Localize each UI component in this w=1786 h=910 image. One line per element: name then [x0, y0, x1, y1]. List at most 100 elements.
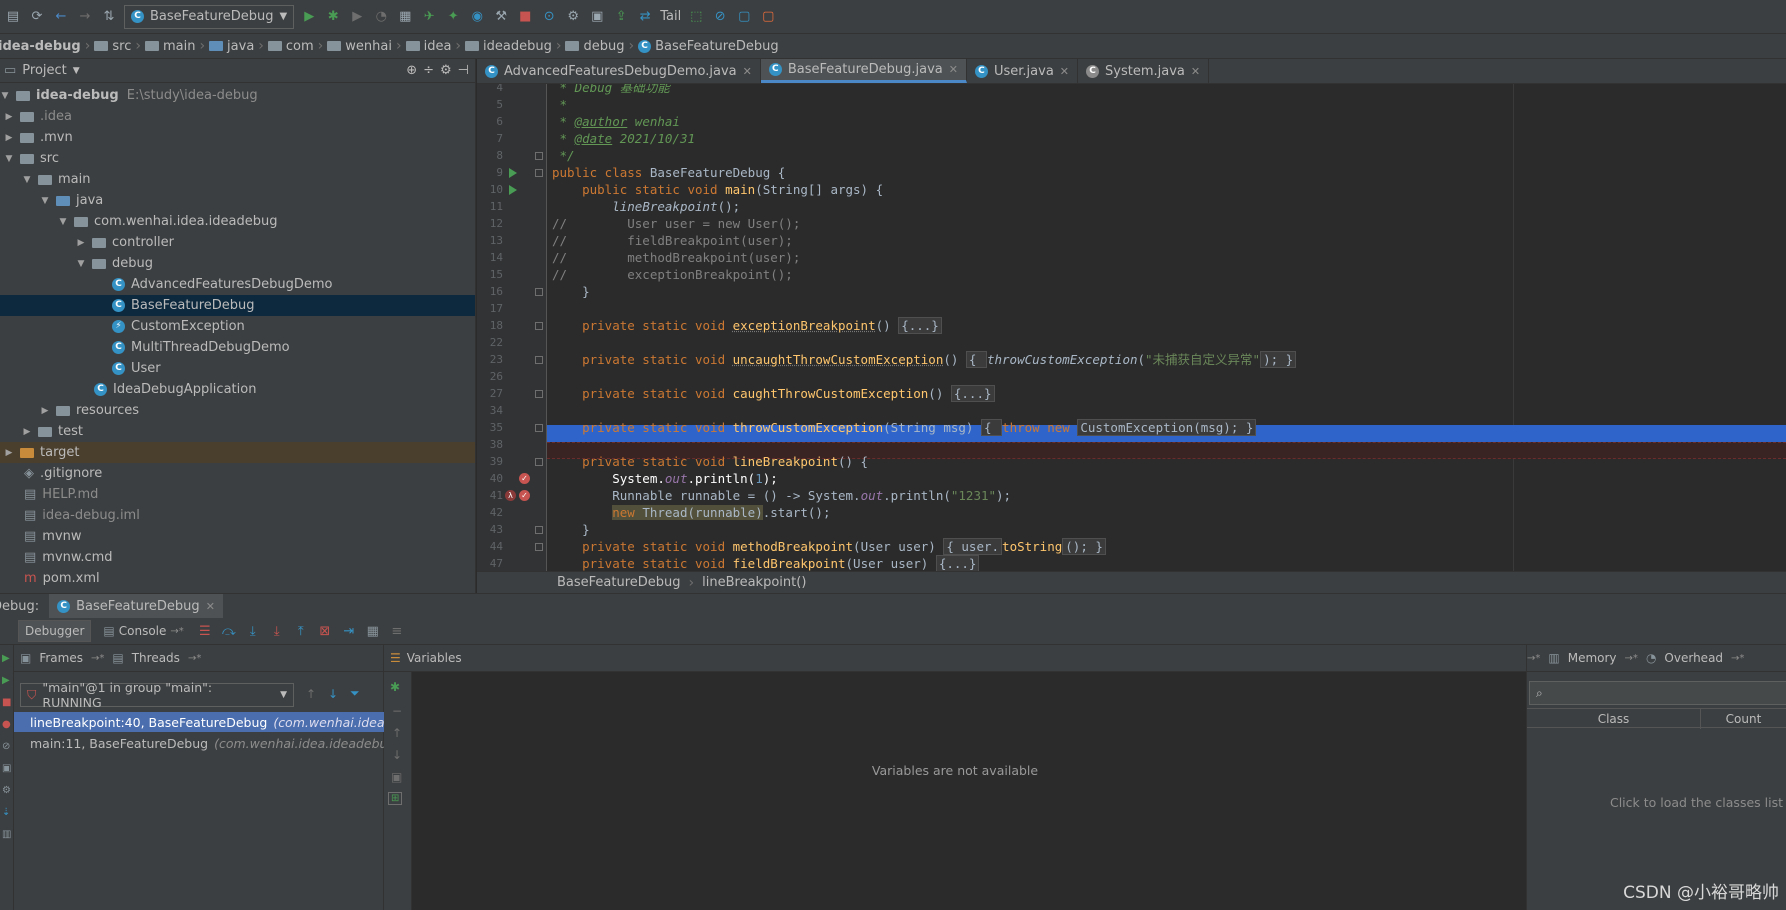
tab-base-feature-debug[interactable]: C BaseFeatureDebug.java ✕ — [760, 59, 967, 83]
evaluate-expression-icon[interactable]: ▦ — [364, 622, 382, 640]
close-icon[interactable]: ✕ — [206, 600, 215, 613]
folded-code[interactable]: {...} — [898, 317, 942, 334]
column-count[interactable]: Count — [1701, 709, 1786, 729]
monitor-icon[interactable]: ⬚ — [687, 8, 705, 26]
force-step-into-icon[interactable]: ⤓ — [268, 622, 286, 640]
tab-debugger[interactable]: Debugger — [18, 620, 92, 642]
save-icon[interactable]: ▤ — [4, 8, 22, 26]
show-execution-point-icon[interactable]: ☰ — [196, 622, 214, 640]
back-icon[interactable]: ← — [52, 8, 70, 26]
evaluate-icon[interactable]: ✱ — [390, 680, 400, 694]
frame-row[interactable]: main:11, BaseFeatureDebug (com.wenhai.id… — [14, 733, 384, 753]
tree-item[interactable]: ▶ .mvn — [0, 127, 475, 148]
tab-system[interactable]: C System.java ✕ — [1078, 59, 1210, 83]
minus-icon[interactable]: − — [392, 704, 402, 718]
camera-icon[interactable]: ▣ — [2, 763, 11, 774]
fold-marker-icon[interactable] — [535, 526, 543, 534]
project-view-select[interactable]: Project — [22, 63, 66, 78]
breadcrumb-com[interactable]: com — [264, 39, 318, 54]
step-into-icon[interactable]: ⤓ — [244, 622, 262, 640]
tab-user[interactable]: C User.java ✕ — [967, 59, 1079, 83]
settings-icon[interactable]: ⚙ — [564, 8, 582, 26]
forward-icon[interactable]: → — [76, 8, 94, 26]
stop-icon[interactable]: ■ — [516, 8, 534, 26]
arrow-up-icon[interactable]: ↑ — [306, 687, 316, 701]
tree-item[interactable]: ▶ test — [0, 421, 475, 442]
editor-gutter[interactable]: 4 5 6 7 8 9 10 11 12 13 14 15 16 17 18 22 23 26 27 34 35 38 39… — [477, 84, 547, 571]
class-search-input[interactable]: ⌕ — [1529, 681, 1786, 705]
jrebel-icon[interactable]: ◉ — [468, 8, 486, 26]
block-icon[interactable]: ⊘ — [711, 8, 729, 26]
step-out-icon[interactable]: ⤒ — [292, 622, 310, 640]
tree-item[interactable]: ▤ mvnw — [0, 526, 475, 547]
tree-item[interactable]: ▼ java — [0, 190, 475, 211]
resume-icon[interactable]: ▶ — [2, 675, 10, 686]
translate-icon[interactable]: ⇄ — [636, 8, 654, 26]
vcs-icon[interactable]: ⇪ — [612, 8, 630, 26]
tree-item[interactable]: ▤ mvnw.cmd — [0, 547, 475, 568]
view-breakpoints-icon[interactable]: ● — [2, 719, 11, 730]
close-icon[interactable]: ✕ — [1191, 65, 1200, 78]
tab-variables[interactable]: Variables — [407, 651, 462, 665]
tree-item[interactable]: ▼ com.wenhai.idea.ideadebug — [0, 211, 475, 232]
tree-item[interactable]: C MultiThreadDebugDemo — [0, 337, 475, 358]
drop-frame-icon[interactable]: ⊠ — [316, 622, 334, 640]
rerun-icon[interactable]: ▶ — [2, 653, 10, 664]
fold-marker-icon[interactable] — [535, 390, 543, 398]
debug-session-tab[interactable]: C BaseFeatureDebug ✕ — [49, 593, 223, 619]
attach-icon[interactable]: ✈ — [420, 8, 438, 26]
pin-tab-icon[interactable]: ⇣ — [2, 807, 10, 818]
sdk-icon[interactable]: ⊙ — [540, 8, 558, 26]
filter-icon[interactable]: ⏷ — [350, 686, 360, 701]
tree-item-selected[interactable]: C BaseFeatureDebug — [0, 295, 475, 316]
tree-item[interactable]: C User — [0, 358, 475, 379]
arrow-down-icon[interactable]: ↓ — [392, 748, 402, 762]
stop-icon[interactable]: ■ — [2, 697, 11, 708]
tree-item[interactable]: C IdeaDebugApplication — [0, 379, 475, 400]
breadcrumb-class[interactable]: BaseFeatureDebug — [557, 575, 681, 590]
step-over-icon[interactable]: ⤼ — [220, 622, 238, 640]
breadcrumb-idea[interactable]: idea — [402, 39, 456, 54]
breadcrumb-main[interactable]: main — [141, 39, 199, 54]
tree-item[interactable]: ◈ .gitignore — [0, 463, 475, 484]
settings-icon[interactable]: ⚙ — [2, 785, 11, 796]
trace-icon[interactable]: ≡ — [388, 622, 406, 640]
tree-item[interactable]: ▼ debug — [0, 253, 475, 274]
tree-item[interactable]: ▶ controller — [0, 232, 475, 253]
fold-marker-icon[interactable] — [535, 288, 543, 296]
tab-threads[interactable]: Threads — [132, 651, 180, 665]
thread-select[interactable]: ⛉ "main"@1 in group "main": RUNNING ▼ — [20, 680, 294, 710]
tree-item[interactable]: ⚡ CustomException — [0, 316, 475, 337]
tab-memory[interactable]: Memory — [1568, 651, 1617, 665]
tree-item[interactable]: ▶ .idea — [0, 106, 475, 127]
breadcrumb-wenhai[interactable]: wenhai — [323, 39, 396, 54]
fold-marker-icon[interactable] — [535, 152, 543, 160]
folded-code[interactable]: { — [980, 419, 1003, 436]
tree-item[interactable]: m pom.xml — [0, 568, 475, 589]
lambda-breakpoint-icon[interactable]: λ — [505, 490, 516, 501]
breadcrumb-class[interactable]: C BaseFeatureDebug — [634, 39, 783, 54]
tab-frames[interactable]: Frames — [39, 651, 83, 665]
breadcrumb-method[interactable]: lineBreakpoint() — [702, 575, 806, 590]
tree-item[interactable]: ▤ HELP.md — [0, 484, 475, 505]
run-to-cursor-icon[interactable]: ⇥ — [340, 622, 358, 640]
fold-marker-icon[interactable] — [535, 458, 543, 466]
profile-icon[interactable]: ◔ — [372, 8, 390, 26]
close-icon[interactable]: ✕ — [949, 63, 958, 76]
fold-marker-icon[interactable] — [535, 169, 543, 177]
breadcrumb-src[interactable]: src — [90, 39, 135, 54]
build-icon[interactable]: ⇅ — [100, 8, 118, 26]
fold-marker-icon[interactable] — [535, 424, 543, 432]
breadcrumb-debug[interactable]: debug — [561, 39, 628, 54]
watches-icon[interactable]: ⊞ — [388, 792, 403, 805]
hammer-icon[interactable]: ⚒ — [492, 8, 510, 26]
tab-console[interactable]: ▤ Console →* — [97, 620, 189, 642]
close-icon[interactable]: ✕ — [1060, 65, 1069, 78]
tree-item-root[interactable]: ▼ idea-debug E:\study\idea-debug — [0, 85, 475, 106]
office-icon[interactable]: ▢ — [759, 8, 777, 26]
tab-overhead[interactable]: Overhead — [1664, 651, 1723, 665]
chevron-down-icon[interactable]: ▼ — [73, 66, 80, 76]
run-gutter-icon[interactable] — [509, 185, 517, 195]
tree-item[interactable]: ▶ target — [0, 442, 475, 463]
tree-item[interactable]: C AdvancedFeaturesDebugDemo — [0, 274, 475, 295]
